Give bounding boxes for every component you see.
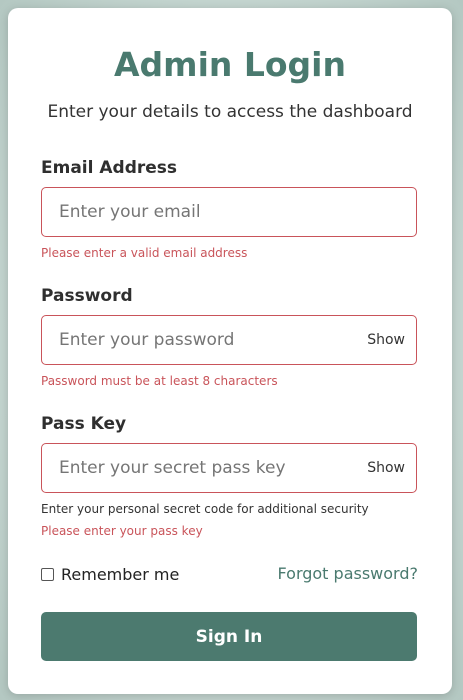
email-label: Email Address — [41, 158, 178, 178]
page-subtitle: Enter your details to access the dashboa… — [47, 102, 413, 122]
password-show-button[interactable]: Show — [367, 316, 405, 364]
remember-label: Remember me — [61, 564, 180, 584]
passkey-input[interactable] — [59, 444, 349, 492]
passkey-label: Pass Key — [41, 414, 127, 434]
email-error: Please enter a valid email address — [41, 246, 248, 260]
sign-in-button[interactable]: Sign In — [41, 612, 417, 661]
password-input[interactable] — [59, 316, 349, 364]
email-field-box — [41, 187, 417, 237]
password-field-box: Show — [41, 315, 417, 365]
forgot-password-link[interactable]: Forgot password? — [278, 564, 418, 584]
passkey-error: Please enter your pass key — [41, 524, 203, 538]
email-input[interactable] — [59, 188, 349, 236]
passkey-field-box: Show — [41, 443, 417, 493]
page-title: Admin Login — [114, 45, 346, 84]
passkey-show-button[interactable]: Show — [367, 444, 405, 492]
passkey-hint: Enter your personal secret code for addi… — [41, 502, 369, 516]
remember-me[interactable]: Remember me — [41, 564, 179, 584]
password-error: Password must be at least 8 characters — [41, 374, 278, 388]
password-label: Password — [41, 286, 133, 306]
login-card: Admin Login Enter your details to access… — [8, 8, 452, 694]
remember-checkbox[interactable] — [41, 567, 54, 581]
